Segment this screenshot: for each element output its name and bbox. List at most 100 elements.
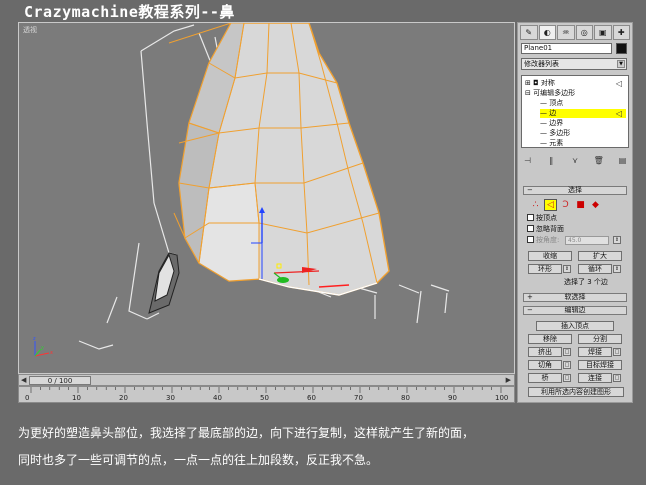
angle-spinner[interactable]: 45.0 (565, 236, 609, 245)
object-name-field[interactable]: Plane01 (521, 43, 612, 54)
checkbox-box (527, 214, 534, 221)
polygon-mode-icon[interactable]: ■ (574, 199, 587, 211)
stack-item-label: ⊟ 可编辑多边形 (525, 89, 576, 97)
stack-item-label: — 边 (540, 109, 557, 117)
create-shape-button[interactable]: 利用所选内容创建图形 (528, 387, 624, 397)
ruler-tick-label: 100 (495, 394, 509, 402)
stack-item[interactable]: — 多边形 (540, 129, 626, 138)
stack-item[interactable]: — 边界 (540, 119, 626, 128)
collapse-icon: − (527, 306, 533, 314)
configure-sets-icon[interactable]: ▤ (616, 156, 629, 167)
pin-icon: ◁ (615, 109, 622, 118)
stack-item[interactable]: — 边 ◁ (540, 109, 626, 118)
bridge-settings-icon[interactable]: □ (563, 374, 571, 382)
ring-spinner-icon[interactable]: ⇕ (563, 265, 571, 273)
selection-rollout-header[interactable]: − 选择 (523, 186, 627, 195)
by-vertex-checkbox[interactable]: 按顶点 (527, 214, 557, 223)
target-weld-button[interactable]: 目标焊接 (578, 360, 622, 370)
ruler-tick-label: 40 (213, 394, 222, 402)
svg-text:x: x (50, 350, 53, 356)
checkbox-label: 忽略背面 (536, 225, 564, 233)
shrink-button[interactable]: 收缩 (528, 251, 572, 261)
spinner-arrows-icon[interactable]: ⇕ (613, 236, 621, 244)
bridge-button[interactable]: 桥 (528, 373, 562, 383)
stack-item[interactable]: — 顶点 (540, 99, 626, 108)
frame-ruler[interactable]: 0 10 20 30 40 50 60 70 80 90 100 (18, 386, 515, 403)
collapse-icon: − (527, 186, 533, 194)
prev-frame-icon[interactable]: ◀ (21, 376, 26, 384)
rollout-title: 编辑边 (564, 306, 586, 314)
selection-status: 选择了 3 个边 (564, 278, 608, 286)
hierarchy-icon[interactable]: ♒ (557, 25, 575, 40)
loop-button[interactable]: 循环 (578, 264, 612, 274)
pin-stack-icon[interactable]: ⊣ (521, 156, 534, 167)
stack-item[interactable]: ⊟ 可编辑多边形 (525, 89, 626, 98)
ruler-tick-label: 90 (448, 394, 457, 402)
weld-button[interactable]: 焊接 (578, 347, 612, 357)
connect-settings-icon[interactable]: □ (613, 374, 621, 382)
chevron-down-icon: ▼ (617, 60, 625, 68)
remove-button[interactable]: 移除 (528, 334, 572, 344)
extrude-settings-icon[interactable]: □ (563, 348, 571, 356)
ring-button[interactable]: 环形 (528, 264, 562, 274)
subobject-mode-bar: ∴ ◁ Ɔ ■ ◆ (529, 199, 609, 211)
ruler-tick-label: 10 (72, 394, 81, 402)
stack-item-label: — 边界 (540, 119, 564, 127)
insert-vertex-button[interactable]: 插入顶点 (536, 321, 614, 331)
stack-item-label: ⊞ ◘ 对称 (525, 79, 555, 87)
make-unique-icon[interactable]: ⋎ (569, 156, 582, 167)
modifier-list-dropdown[interactable]: 修改器列表 ▼ (521, 58, 627, 70)
utilities-icon[interactable]: ✚ (612, 25, 630, 40)
next-frame-icon[interactable]: ▶ (506, 376, 511, 384)
soft-selection-rollout-header[interactable]: + 软选择 (523, 293, 627, 302)
modifier-list-label: 修改器列表 (524, 60, 559, 68)
stack-item-label: — 多边形 (540, 129, 571, 137)
time-slider[interactable]: 0 / 100 (29, 376, 91, 385)
object-color-swatch[interactable] (616, 43, 627, 54)
element-mode-icon[interactable]: ◆ (589, 199, 602, 211)
motion-icon[interactable]: ◎ (575, 25, 593, 40)
ruler-tick-label: 80 (401, 394, 410, 402)
display-icon[interactable]: ▣ (594, 25, 612, 40)
checkbox-box (527, 236, 534, 243)
ruler-tick-label: 70 (354, 394, 363, 402)
svg-text:z: z (33, 336, 36, 342)
remove-modifier-icon[interactable]: 🗑 (592, 156, 605, 167)
stack-item[interactable]: — 元素 (540, 139, 626, 148)
viewport-label[interactable]: 透视 (23, 25, 37, 35)
connect-button[interactable]: 连接 (578, 373, 612, 383)
page-title: Crazymachine教程系列--鼻 (24, 3, 235, 21)
extrude-button[interactable]: 挤出 (528, 347, 562, 357)
time-slider-track[interactable]: ◀ 0 / 100 ▶ (18, 374, 515, 386)
split-button[interactable]: 分割 (578, 334, 622, 344)
weld-settings-icon[interactable]: □ (613, 348, 621, 356)
ignore-backfacing-checkbox[interactable]: 忽略背面 (527, 225, 564, 234)
create-icon[interactable]: ✎ (520, 25, 538, 40)
axis-tripod-icon: z x y (33, 336, 53, 357)
caption-line-1: 为更好的塑造鼻头部位，我选择了最底部的边，向下进行复制，这样就产生了新的面， (18, 426, 475, 440)
chamfer-settings-icon[interactable]: □ (563, 361, 571, 369)
perspective-viewport[interactable]: z x y 透视 (18, 22, 515, 374)
checkbox-label: 按顶点 (536, 214, 557, 222)
edge-mode-icon[interactable]: ◁ (544, 199, 557, 211)
edit-edges-rollout-header[interactable]: − 编辑边 (523, 306, 627, 315)
by-angle-checkbox[interactable]: 按角度: (527, 236, 559, 245)
modify-icon[interactable]: ◐ (538, 25, 556, 40)
checkbox-label: 按角度: (536, 236, 560, 244)
stack-item-label: — 顶点 (540, 99, 564, 107)
border-mode-icon[interactable]: Ɔ (559, 199, 572, 211)
vertex-mode-icon[interactable]: ∴ (529, 199, 542, 211)
grow-button[interactable]: 扩大 (578, 251, 622, 261)
show-end-result-icon[interactable]: ‖ (545, 156, 558, 167)
ruler-tick-label: 0 (25, 394, 30, 402)
svg-text:y: y (41, 345, 44, 351)
pin-icon: ◁ (615, 79, 622, 88)
ruler-tick-label: 50 (260, 394, 269, 402)
rollout-title: 软选择 (564, 293, 586, 301)
loop-spinner-icon[interactable]: ⇕ (613, 265, 621, 273)
stack-item[interactable]: ⊞ ◘ 对称 ◁ (525, 79, 626, 88)
chamfer-button[interactable]: 切角 (528, 360, 562, 370)
nose-mesh: z x y (33, 23, 450, 357)
ruler-tick-label: 60 (307, 394, 316, 402)
caption-line-2: 同时也多了一些可调节的点，一点一点的往上加段数，反正我不急。 (18, 453, 379, 467)
